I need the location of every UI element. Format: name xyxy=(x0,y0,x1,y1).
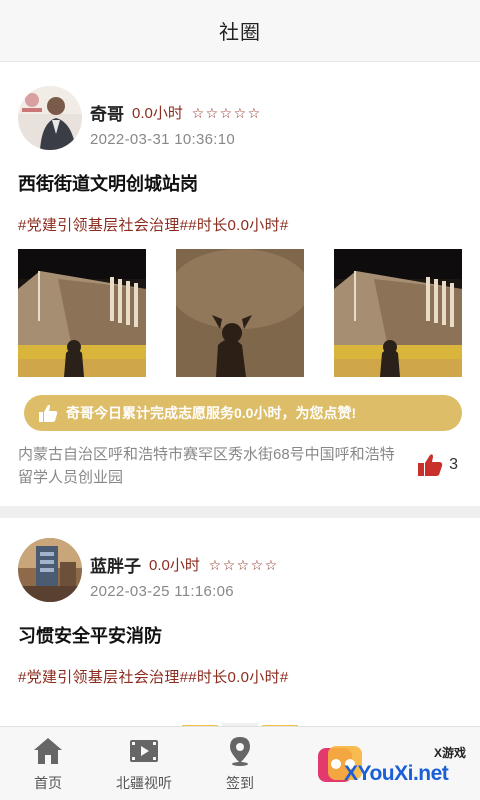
post-title[interactable]: 习惯安全平安消防 xyxy=(18,622,462,648)
post-card[interactable]: 奇哥 0.0小时 ☆ ☆ ☆ ☆ ☆ 2022-03-31 10:36:10 西… xyxy=(0,62,480,506)
post-time: 2022-03-25 11:16:06 xyxy=(90,583,234,600)
star-icon: ☆ xyxy=(222,556,236,573)
tab-label: 首页 xyxy=(34,775,62,791)
avatar[interactable] xyxy=(18,538,82,602)
video-icon xyxy=(130,740,158,762)
tab-label: 北疆视听 xyxy=(116,775,172,791)
star-icon: ☆ xyxy=(208,556,222,573)
tab-checkin[interactable]: 签到 xyxy=(192,727,288,800)
name-line: 奇哥 0.0小时 ☆ ☆ ☆ ☆ ☆ xyxy=(90,100,261,125)
avatar[interactable] xyxy=(18,86,82,150)
post-photo[interactable] xyxy=(18,249,146,377)
post-photo[interactable] xyxy=(176,249,304,377)
star-icon: ☆ xyxy=(205,104,219,121)
post-photo[interactable] xyxy=(334,249,462,377)
tab-label: 签到 xyxy=(226,775,254,791)
name-line: 蓝胖子 0.0小时 ☆ ☆ ☆ ☆ ☆ xyxy=(90,552,278,577)
rating-stars: ☆ ☆ ☆ ☆ ☆ xyxy=(191,106,261,120)
tab-video[interactable]: 北疆视听 xyxy=(96,727,192,800)
photo-grid xyxy=(18,699,462,726)
post-tags[interactable]: #党建引领基层社会治理##时长0.0小时# xyxy=(18,214,462,235)
post-user-row: 蓝胖子 0.0小时 ☆ ☆ ☆ ☆ ☆ 2022-03-25 11:16:06 xyxy=(18,538,462,602)
watermark-text: XYouXi.net xyxy=(344,762,449,785)
service-hours: 0.0小时 xyxy=(149,557,200,574)
user-name[interactable]: 奇哥 xyxy=(90,100,124,125)
user-name[interactable]: 蓝胖子 xyxy=(90,552,141,577)
location-pin-icon xyxy=(230,737,250,766)
star-icon: ☆ xyxy=(191,104,205,121)
post-photo[interactable] xyxy=(18,699,146,726)
star-icon: ☆ xyxy=(236,556,250,573)
post-card[interactable]: 蓝胖子 0.0小时 ☆ ☆ ☆ ☆ ☆ 2022-03-25 11:16:06 … xyxy=(0,518,480,726)
location-row: 内蒙古自治区呼和浩特市赛罕区秀水街68号中国呼和浩特留学人员创业园 3 xyxy=(18,443,462,489)
cheer-text: 奇哥今日累计完成志愿服务0.0小时，为您点赞! xyxy=(66,405,357,421)
thumbs-up-icon xyxy=(39,404,58,422)
post-feed[interactable]: 奇哥 0.0小时 ☆ ☆ ☆ ☆ ☆ 2022-03-31 10:36:10 西… xyxy=(0,62,480,726)
like-button[interactable]: 3 xyxy=(417,453,458,477)
post-user-row: 奇哥 0.0小时 ☆ ☆ ☆ ☆ ☆ 2022-03-31 10:36:10 xyxy=(18,86,462,150)
post-tags[interactable]: #党建引领基层社会治理##时长0.0小时# xyxy=(18,666,462,687)
post-photo[interactable] xyxy=(176,699,304,726)
watermark-small-text: X游戏 xyxy=(433,746,466,760)
user-info: 奇哥 0.0小时 ☆ ☆ ☆ ☆ ☆ 2022-03-31 10:36:10 xyxy=(90,86,261,148)
star-icon: ☆ xyxy=(219,104,233,121)
home-icon xyxy=(34,738,62,764)
star-icon: ☆ xyxy=(247,104,261,121)
tab-home[interactable]: 首页 xyxy=(0,727,96,800)
post-time: 2022-03-31 10:36:10 xyxy=(90,131,235,148)
post-photo[interactable] xyxy=(334,699,462,726)
star-icon: ☆ xyxy=(233,104,247,121)
photo-grid xyxy=(18,249,462,377)
app-root: 社圈 奇哥 0.0小时 ☆ ☆ ☆ ☆ ☆ 2022-03-31 10:36:1… xyxy=(0,0,480,800)
star-icon: ☆ xyxy=(264,556,278,573)
post-location: 内蒙古自治区呼和浩特市赛罕区秀水街68号中国呼和浩特留学人员创业园 xyxy=(18,446,395,486)
watermark: X游戏 XYouXi.net xyxy=(310,730,480,796)
page-title: 社圈 xyxy=(219,22,261,44)
cheer-banner: 奇哥今日累计完成志愿服务0.0小时，为您点赞! xyxy=(24,395,462,431)
like-count: 3 xyxy=(449,456,458,473)
service-hours: 0.0小时 xyxy=(132,105,183,122)
header: 社圈 xyxy=(0,0,480,62)
post-title[interactable]: 西街街道文明创城站岗 xyxy=(18,170,462,196)
thumbs-up-icon xyxy=(418,454,443,476)
user-info: 蓝胖子 0.0小时 ☆ ☆ ☆ ☆ ☆ 2022-03-25 11:16:06 xyxy=(90,538,278,600)
star-icon: ☆ xyxy=(250,556,264,573)
rating-stars: ☆ ☆ ☆ ☆ ☆ xyxy=(208,558,278,572)
